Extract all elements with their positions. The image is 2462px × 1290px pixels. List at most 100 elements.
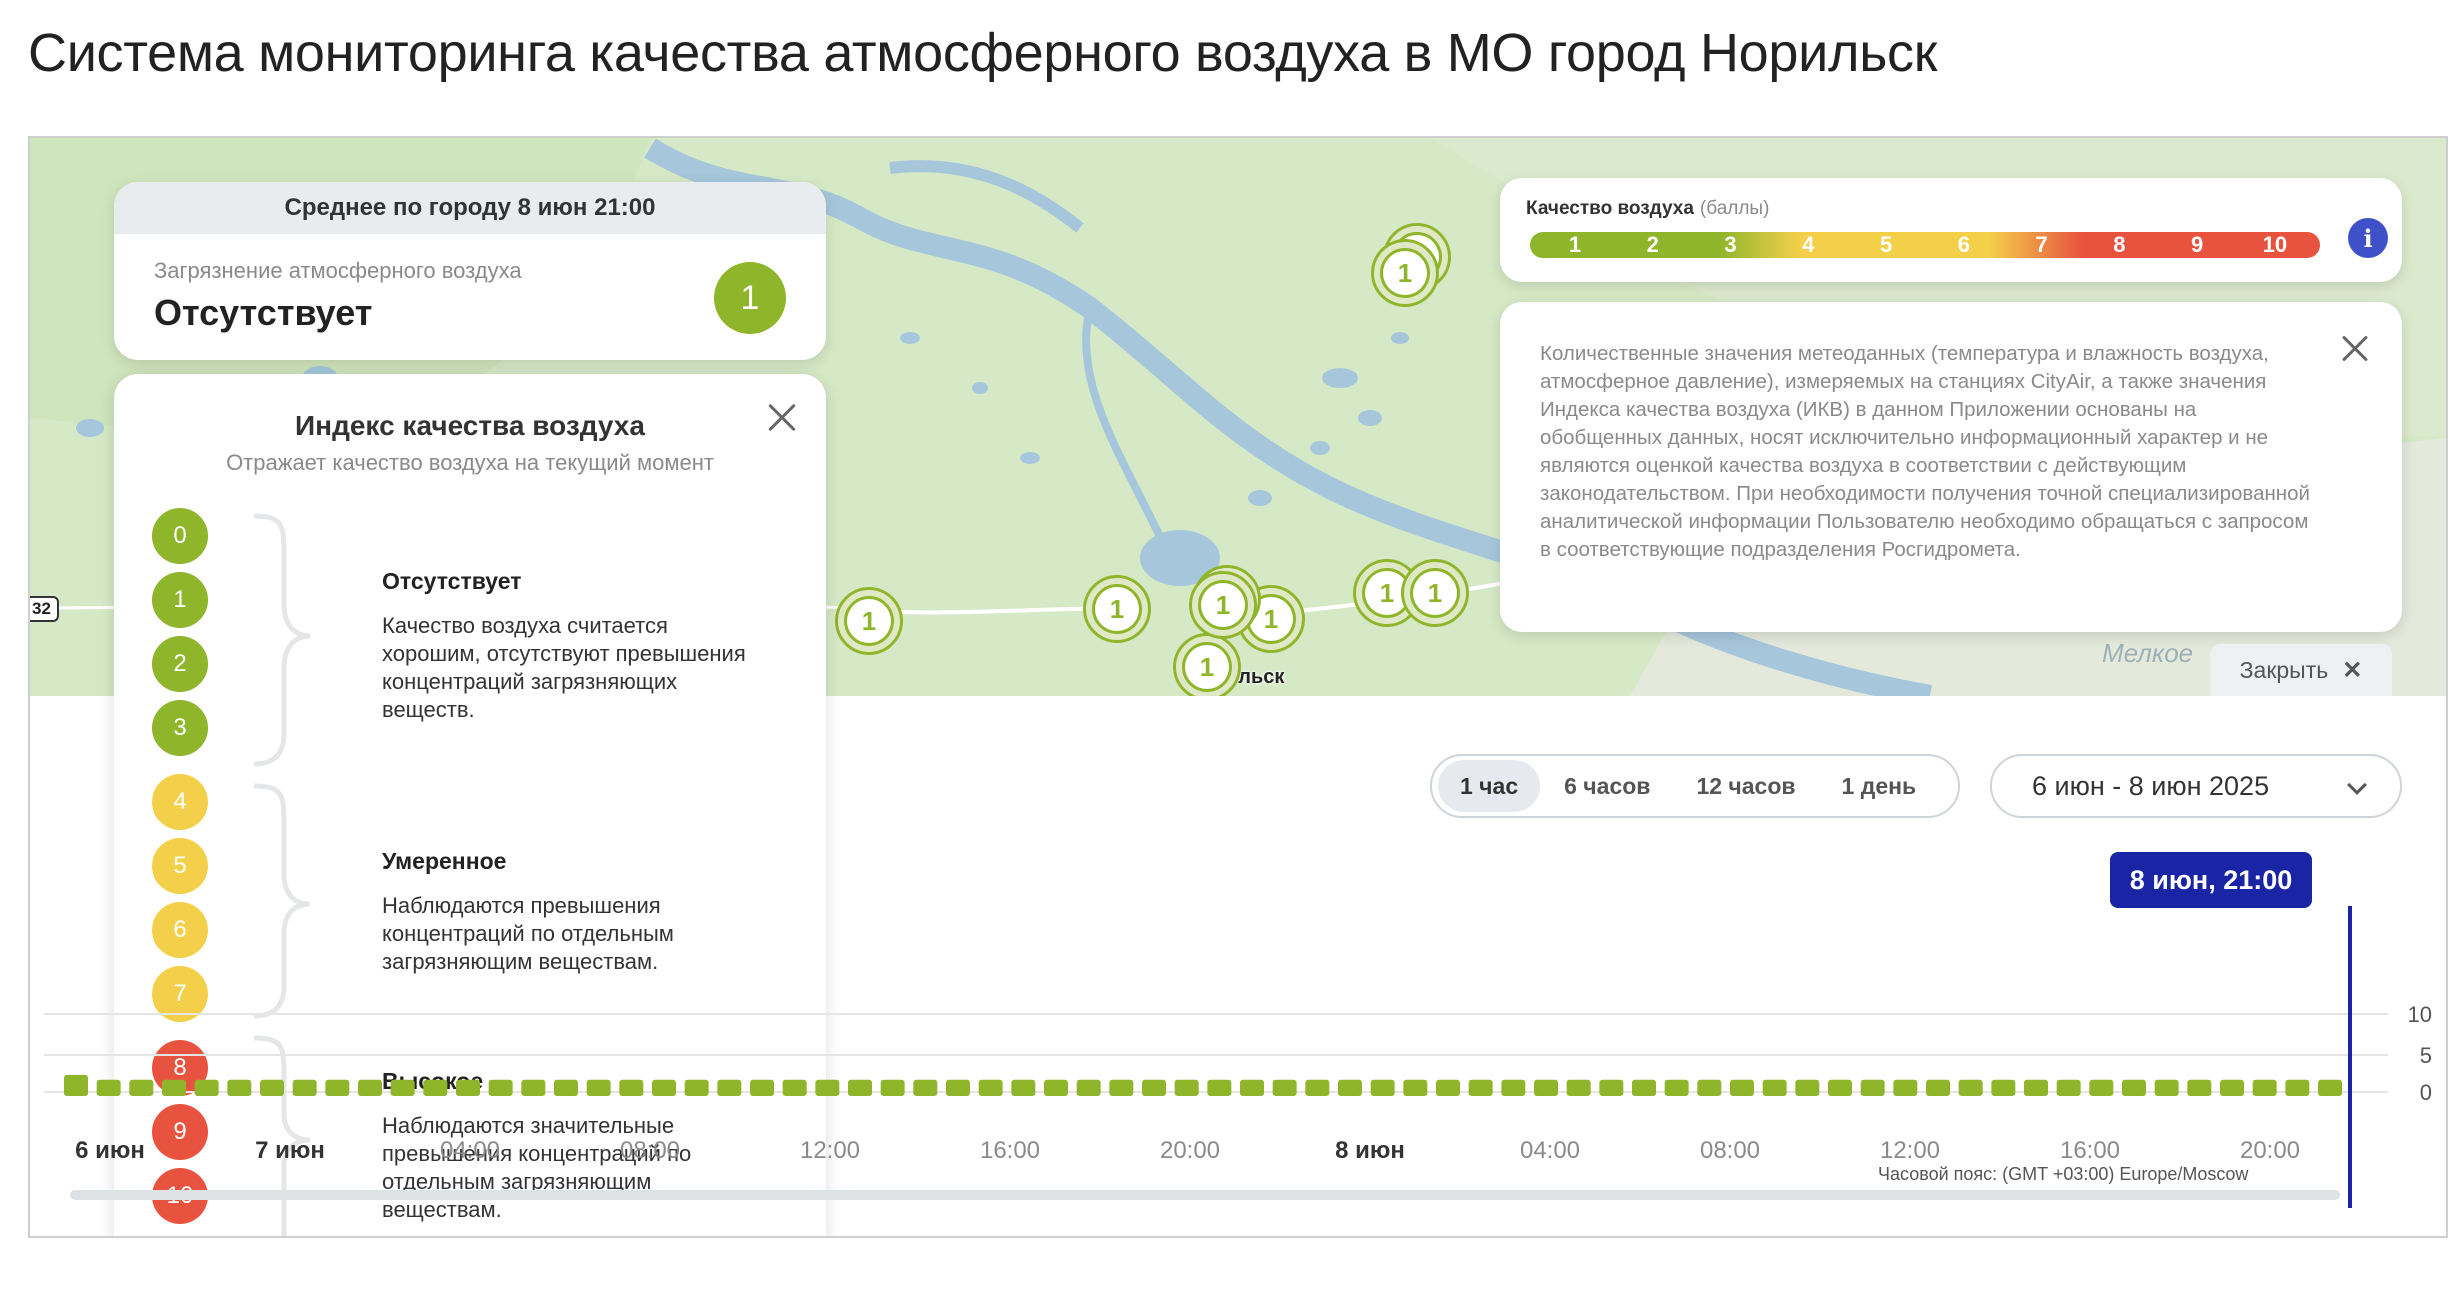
chart-bar: [586, 1079, 611, 1096]
chart-bar: [521, 1079, 546, 1096]
chart-bar: [2122, 1079, 2146, 1096]
city-average-card: Среднее по городу 8 июн 21:00 Загрязнени…: [114, 182, 826, 360]
chart-bar: [423, 1079, 448, 1096]
x-tick-label: 08:00: [1700, 1137, 1760, 1164]
x-tick-label: 7 июн: [255, 1137, 325, 1164]
close-button-label: Закрыть: [2239, 656, 2329, 683]
pollution-value: Отсутствует: [154, 292, 373, 333]
chart-bar: [456, 1079, 480, 1096]
close-icon[interactable]: [2338, 332, 2372, 366]
x-tick-label: 08:00: [620, 1137, 680, 1164]
legend-unit: (баллы): [1699, 198, 1770, 219]
x-tick-label: 04:00: [1520, 1137, 1580, 1164]
legend-value: 7: [2035, 232, 2048, 257]
chart-bar: [1240, 1079, 1264, 1096]
city-average-header: Среднее по городу 8 июн 21:00: [114, 182, 826, 234]
aqi-category-description: Качество воздуха считается хорошим, отсу…: [382, 613, 746, 722]
timezone-label: Часовой пояс: (GMT +03:00) Europe/Moscow: [1878, 1164, 2249, 1184]
page-title: Система мониторинга качества атмосферног…: [28, 23, 1938, 83]
chart-bar: [2089, 1079, 2114, 1096]
chevron-down-icon: [2347, 775, 2367, 795]
air-quality-legend: Качество воздуха (баллы) 1 2 3 4 5 6 7 8 …: [1500, 178, 2402, 282]
chart-bar: [2318, 1079, 2342, 1096]
chart-bar: [1501, 1079, 1526, 1096]
chart-bar: [1338, 1079, 1362, 1096]
chart-bar: [2252, 1079, 2277, 1096]
date-range-value: 6 июн - 8 июн 2025: [2032, 770, 2270, 801]
chart-bar: [1632, 1079, 1656, 1096]
legend-value: 1: [1568, 232, 1582, 257]
chart-bar: [1730, 1079, 1754, 1096]
water-label: Мелкое: [2102, 638, 2194, 668]
y-tick-label: 0: [2420, 1080, 2432, 1105]
x-tick-label: 12:00: [1880, 1137, 1940, 1164]
chart-bar: [162, 1079, 186, 1096]
disclaimer-popup: Количественные значения метеоданных (тем…: [1500, 302, 2402, 632]
legend-value: 10: [2262, 232, 2288, 257]
chart-bar: [2220, 1079, 2244, 1096]
chart-bar: [1926, 1079, 1950, 1096]
interval-1h[interactable]: 1 час: [1438, 760, 1541, 812]
aqi-level-dot: 3: [152, 700, 208, 756]
chart-bar: [358, 1079, 382, 1096]
chart-bar: [227, 1079, 252, 1096]
info-icon[interactable]: i: [2348, 218, 2388, 258]
x-tick-label: 16:00: [980, 1137, 1040, 1164]
chart-bar: [1370, 1079, 1395, 1096]
station-marker[interactable]: 1: [838, 590, 900, 652]
chart-bar: [1697, 1079, 1722, 1096]
chart-bar: [194, 1079, 219, 1096]
chart-bar: [1664, 1079, 1689, 1096]
chart-bar: [1893, 1079, 1918, 1096]
station-marker[interactable]: 1: [1404, 562, 1466, 624]
y-tick-label: 10: [2408, 1002, 2432, 1027]
chart-bar: [488, 1079, 513, 1096]
chart-bar: [1566, 1079, 1591, 1096]
chart-bar: [652, 1079, 676, 1096]
date-range-picker[interactable]: 6 июн - 8 июн 2025: [1990, 754, 2402, 818]
chart-bar: [848, 1079, 872, 1096]
chart-bar: [2024, 1079, 2048, 1096]
chart-bar: [913, 1079, 938, 1096]
x-tick-label: 20:00: [1160, 1137, 1220, 1164]
station-marker[interactable]: 1: [1086, 578, 1148, 640]
chart-bar: [750, 1079, 774, 1096]
chart-bar: [1403, 1079, 1428, 1096]
station-marker[interactable]: 1: [1192, 574, 1254, 636]
legend-value: 2: [1646, 232, 1659, 257]
chart-bar: [292, 1079, 317, 1096]
legend-value: 8: [2113, 232, 2126, 257]
aqi-category-title: Отсутствует: [382, 568, 522, 594]
chart-bar: [64, 1074, 88, 1096]
time-tooltip: 8 июн, 21:00: [2110, 852, 2312, 908]
road-number-badge: 32: [30, 596, 59, 622]
interval-1d[interactable]: 1 день: [1820, 760, 1939, 812]
chart-bar: [2154, 1079, 2179, 1096]
chart-bar: [1762, 1079, 1787, 1096]
chart-bar: [2285, 1079, 2310, 1096]
aqi-level-dot: 4: [152, 774, 208, 830]
aqi-level-dot: 0: [152, 508, 208, 564]
interval-12h[interactable]: 12 часов: [1674, 760, 1817, 812]
x-tick-label: 16:00: [2060, 1137, 2120, 1164]
x-tick-label: 6 июн: [75, 1137, 145, 1164]
chart-bar: [1534, 1079, 1558, 1096]
chart-bar: [1991, 1079, 2016, 1096]
interval-6h[interactable]: 6 часов: [1542, 760, 1672, 812]
chart-bar: [2056, 1079, 2081, 1096]
close-button[interactable]: Закрыть ✕: [2210, 644, 2392, 696]
station-marker[interactable]: 1: [1176, 636, 1238, 696]
aqi-level-dot: 2: [152, 636, 208, 692]
interval-selector: 1 час 6 часов 12 часов 1 день: [1430, 754, 1960, 818]
chart-bar: [1076, 1079, 1101, 1096]
chart-bar: [129, 1079, 154, 1096]
x-tick-label: 8 июн: [1335, 1137, 1405, 1164]
chart-bar: [1044, 1079, 1068, 1096]
chart-bar: [880, 1079, 905, 1096]
legend-value: 5: [1879, 232, 1893, 257]
chart-bar: [1795, 1079, 1820, 1096]
chart-bar: [554, 1079, 578, 1096]
station-marker[interactable]: 1: [1374, 242, 1436, 304]
chart-bar: [2187, 1079, 2212, 1096]
legend-scale: 1 2 3 4 5 6 7 8 9 10: [1530, 232, 2320, 258]
